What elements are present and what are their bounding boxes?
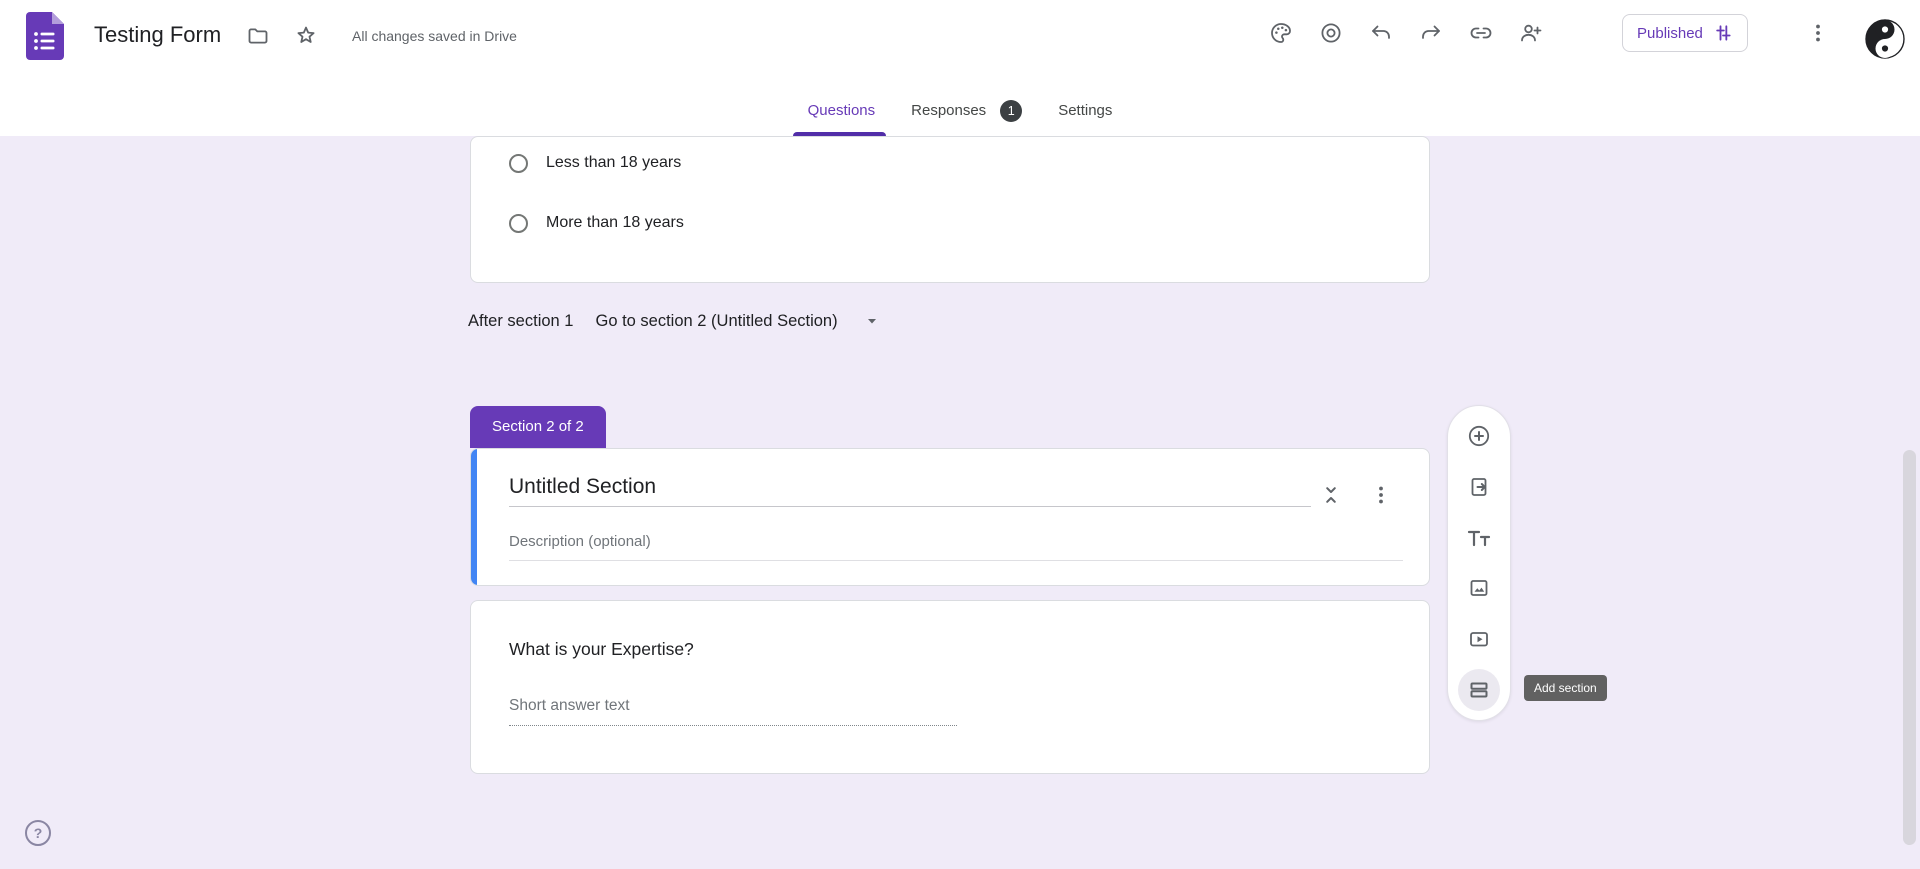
account-avatar[interactable] (1865, 19, 1905, 59)
palette-icon (1271, 23, 1291, 43)
copy-link-button[interactable] (1461, 13, 1501, 53)
image-icon (1470, 580, 1488, 597)
tab-settings-label: Settings (1058, 102, 1113, 119)
add-collaborators-button[interactable] (1511, 13, 1551, 53)
add-section-button[interactable] (1458, 669, 1500, 712)
link-icon (1470, 27, 1492, 39)
selected-card-stripe (471, 449, 477, 585)
insert-toolbar (1447, 405, 1511, 721)
add-video-button[interactable] (1458, 618, 1500, 660)
more-options-button[interactable] (1798, 13, 1838, 53)
dropdown-arrow-icon[interactable] (864, 313, 880, 329)
more-vertical-icon (1379, 486, 1383, 504)
form-title[interactable]: Testing Form (94, 21, 221, 49)
undo-button[interactable] (1361, 13, 1401, 53)
tab-responses-label: Responses (911, 102, 987, 119)
publish-settings-icon (1716, 25, 1731, 41)
import-questions-icon (1471, 477, 1487, 496)
add-section-icon (1470, 682, 1488, 698)
forms-editor-page: Testing Form All changes saved in Drive (0, 0, 1920, 869)
section-badge: Section 2 of 2 (470, 406, 606, 448)
redo-button[interactable] (1411, 13, 1451, 53)
import-questions-button[interactable] (1458, 466, 1500, 508)
more-vertical-icon (1816, 24, 1820, 42)
help-question-mark: ? (33, 825, 43, 841)
option-label[interactable]: Less than 18 years (546, 154, 681, 172)
question-card-expertise[interactable]: What is your Expertise? Short answer tex… (470, 600, 1430, 774)
section-header-card[interactable]: Untitled Section Description (optional) (470, 448, 1430, 586)
title-underline (509, 506, 1311, 507)
radio-option-row: More than 18 years (509, 211, 684, 235)
short-answer-placeholder: Short answer text (509, 697, 630, 714)
tab-responses[interactable]: Responses 1 (909, 85, 1024, 136)
add-question-button[interactable] (1458, 415, 1500, 457)
preview-button[interactable] (1311, 13, 1351, 53)
add-image-button[interactable] (1458, 567, 1500, 609)
radio-option-row: Less than 18 years (509, 151, 681, 175)
add-title-icon (1467, 530, 1491, 546)
add-title-button[interactable] (1458, 517, 1500, 559)
tab-questions[interactable]: Questions (792, 85, 887, 136)
description-underline (509, 560, 1403, 561)
section-title-field[interactable]: Untitled Section (509, 475, 656, 499)
option-label[interactable]: More than 18 years (546, 214, 684, 232)
help-button[interactable]: ? (25, 820, 51, 846)
section-description-field[interactable]: Description (optional) (509, 533, 651, 550)
collapse-icon (1326, 487, 1336, 503)
preview-eye-icon (1321, 23, 1341, 43)
folder-icon (248, 28, 268, 44)
radio-circle[interactable] (509, 153, 528, 173)
save-status[interactable]: All changes saved in Drive (352, 28, 517, 44)
branching-select[interactable]: Go to section 2 (Untitled Section) (595, 312, 837, 331)
published-button[interactable]: Published (1622, 14, 1748, 52)
tab-questions-label: Questions (807, 102, 876, 119)
radio-circle[interactable] (509, 213, 528, 233)
scrollbar-thumb[interactable] (1903, 450, 1916, 845)
person-add-icon (1521, 24, 1542, 42)
published-label: Published (1637, 24, 1703, 42)
question-card-age[interactable]: Less than 18 years More than 18 years (470, 136, 1430, 283)
answer-underline (509, 725, 957, 726)
question-title[interactable]: What is your Expertise? (509, 639, 694, 660)
move-to-folder-button[interactable] (238, 16, 278, 56)
branching-label: After section 1 (468, 311, 574, 330)
redo-icon (1422, 25, 1440, 39)
forms-logo-icon[interactable] (26, 12, 64, 60)
undo-icon (1372, 25, 1390, 39)
add-circle-icon (1468, 425, 1490, 446)
responses-count-badge: 1 (1000, 99, 1023, 122)
section-branching-row: After section 1 Go to section 2 (Untitle… (468, 306, 880, 336)
theme-button[interactable] (1261, 13, 1301, 53)
add-section-tooltip: Add section (1524, 675, 1607, 701)
collapse-section-button[interactable] (1311, 475, 1351, 515)
star-button[interactable] (286, 16, 326, 56)
tab-bar: Questions Responses 1 Settings (0, 85, 1920, 136)
tab-settings[interactable]: Settings (1056, 85, 1114, 136)
star-icon (297, 26, 315, 43)
section-menu-button[interactable] (1361, 475, 1401, 515)
video-icon (1470, 632, 1488, 647)
